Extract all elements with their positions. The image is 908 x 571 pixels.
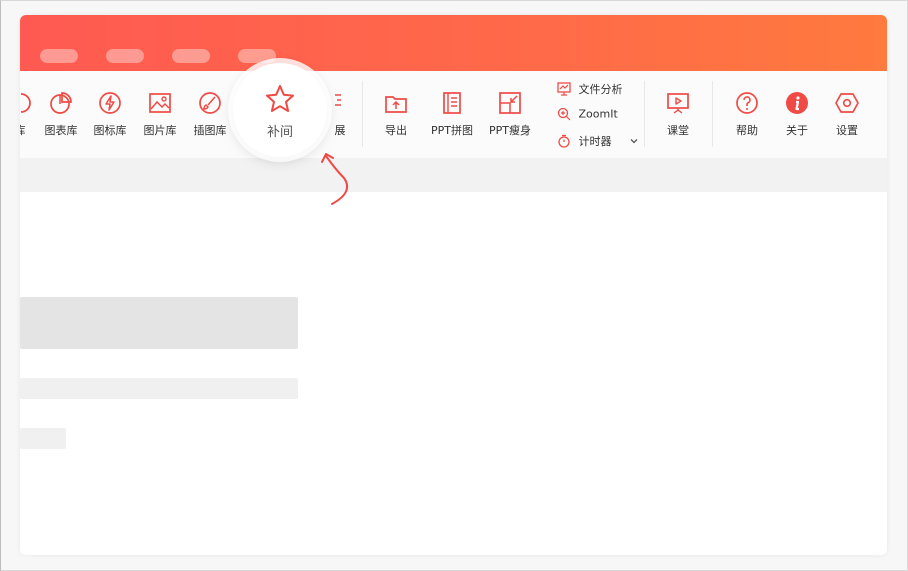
hexagon-settings-icon [835,93,859,113]
content-placeholder-block [20,297,298,349]
ribbon-item-label: PPT瘦身 [489,124,531,137]
hint-arrow-icon [321,153,348,205]
ribbon-item-label: 图标库 [93,124,127,137]
tween-button-highlight[interactable]: 补间 [233,63,327,157]
zoom-icon [557,107,571,121]
export-icon [385,96,407,113]
content-placeholder-line [20,378,298,399]
ribbon-item-label: 图片库 [143,124,177,137]
ribbon-separator [644,81,645,147]
tween-label: 补间 [266,125,293,140]
ribbon-item-label: 关于 [786,124,808,137]
info-icon [786,92,808,114]
ribbon-item-label: 导出 [385,124,407,137]
file-analysis-icon [557,82,571,96]
ribbon-item-export[interactable]: 导出 [372,90,420,146]
ribbon-item-illustration-library[interactable]: 插图库 [186,90,234,146]
ribbon-item-label: 插图库 [193,124,227,137]
sub-toolbar [20,158,887,192]
title-tab-placeholder-1[interactable] [40,49,78,63]
ribbon-separator [362,81,363,147]
ribbon-item-label: 设置 [836,124,858,137]
ribbon-item-label: 图表库 [44,124,78,137]
ribbon-item-ppt-slim[interactable]: PPT瘦身 [486,90,534,146]
compress-icon [499,92,521,114]
ribbon-toolbar: 库 图表库 图标库 图片库 [20,71,887,158]
title-tab-placeholder-4[interactable] [238,49,276,63]
chevron-down-icon[interactable] [629,136,639,146]
file-analysis-button[interactable]: 文件分析 [557,81,623,99]
ribbon-item-chart-library[interactable]: 图表库 [37,90,85,146]
ribbon-item-ppt-merge[interactable]: PPT拼图 [428,90,476,146]
zoomit-label: ZoomIt [578,107,618,121]
image-icon [149,93,171,113]
ribbon-separator [712,81,713,147]
content-placeholder-short [20,428,66,449]
title-tab-placeholder-2[interactable] [106,49,144,63]
ribbon-item-classroom[interactable]: 课堂 [654,90,702,146]
file-analysis-label: 文件分析 [578,83,623,96]
title-bar [20,15,887,71]
ribbon-item-image-library[interactable]: 图片库 [136,90,184,146]
ribbon-item-icon-library[interactable]: 图标库 [86,90,134,146]
lightning-icon [99,92,121,114]
ribbon-item-settings[interactable]: 设置 [823,90,871,146]
ribbon-item-label: 课堂 [667,124,689,137]
partial-icon [20,93,31,113]
star-icon [266,85,294,112]
merge-icon [443,92,461,114]
timer-button[interactable]: 计时器 [557,133,643,151]
help-icon [736,92,758,114]
brush-icon [199,92,221,114]
ribbon-item-about[interactable]: 关于 [773,90,821,146]
presentation-icon [667,93,689,114]
title-tab-placeholder-3[interactable] [172,49,210,63]
pie-chart-icon [50,92,72,114]
ribbon-item-label: PPT拼图 [431,124,473,137]
ribbon-item-help[interactable]: 帮助 [723,90,771,146]
ribbon-item-label: 帮助 [736,124,758,137]
timer-icon [558,134,570,148]
timer-label: 计时器 [578,135,612,148]
app-window: 库 图表库 图标库 图片库 [20,15,887,555]
zoomit-button[interactable]: ZoomIt [557,107,618,125]
